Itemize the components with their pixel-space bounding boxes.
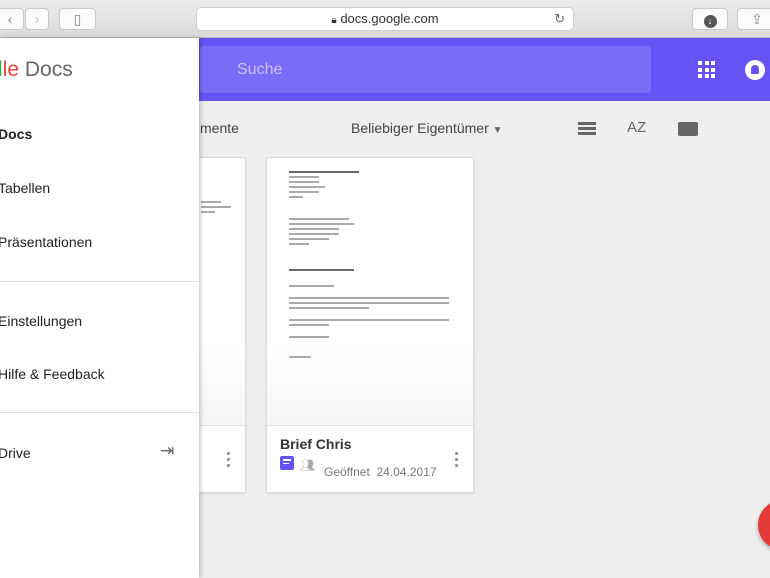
google-docs-logo: lle Docs <box>0 58 73 81</box>
docs-file-icon <box>280 456 294 470</box>
list-view-icon[interactable] <box>578 122 596 135</box>
notifications-icon[interactable] <box>745 60 765 80</box>
chevron-down-icon: ▼ <box>492 125 503 136</box>
download-icon: ↓ <box>703 15 717 28</box>
sort-az-icon[interactable]: AZ <box>627 119 646 136</box>
document-card[interactable]: Brief Chris 👥︎ Geöffnet 24.04.2017 <box>266 157 474 493</box>
reload-icon[interactable]: ↻ <box>554 8 565 30</box>
navigation-drawer: lle Docs Docs Tabellen Präsentationen Ei… <box>0 38 199 578</box>
folder-icon[interactable] <box>678 122 698 136</box>
search-input[interactable]: Suche <box>200 46 651 93</box>
share-button[interactable]: ⇪ <box>737 8 770 30</box>
drawer-item-settings[interactable]: Einstellungen <box>0 313 82 329</box>
address-bar[interactable]: 🔒︎ docs.google.com ↻ <box>196 7 574 31</box>
drawer-item-slides[interactable]: Präsentationen <box>0 234 92 250</box>
more-options-icon[interactable] <box>227 452 230 470</box>
recent-documents-label: mente <box>200 120 239 136</box>
drawer-item-drive[interactable]: Drive <box>0 445 31 461</box>
create-new-button[interactable] <box>758 500 770 550</box>
more-options-icon[interactable] <box>455 452 458 470</box>
lock-icon: 🔒︎ <box>331 15 337 26</box>
opened-label: Geöffnet <box>324 465 370 479</box>
divider <box>0 281 199 282</box>
drawer-item-help[interactable]: Hilfe & Feedback <box>0 366 105 382</box>
divider <box>0 412 199 413</box>
opened-date: 24.04.2017 <box>376 465 437 479</box>
browser-toolbar: ‹ › ▯ 🔒︎ docs.google.com ↻ ↓ ⇪ <box>0 0 770 38</box>
owner-filter-dropdown[interactable]: Beliebiger Eigentümer ▼ <box>351 120 503 136</box>
document-title: Brief Chris <box>280 436 352 452</box>
shared-icon: 👥︎ <box>300 458 316 472</box>
forward-button[interactable]: › <box>25 8 49 30</box>
drawer-item-docs[interactable]: Docs <box>0 126 32 142</box>
apps-grid-icon[interactable] <box>698 61 715 78</box>
owner-filter-label: Beliebiger Eigentümer <box>351 120 489 136</box>
document-thumbnail <box>267 158 473 426</box>
open-external-icon[interactable]: ⇥ <box>160 441 174 461</box>
drawer-item-sheets[interactable]: Tabellen <box>0 180 50 196</box>
back-button[interactable]: ‹ <box>0 8 24 30</box>
downloads-button[interactable]: ↓ <box>692 8 728 30</box>
sidebar-toggle-button[interactable]: ▯ <box>59 8 96 30</box>
share-icon: ⇪ <box>751 11 763 27</box>
url-text: docs.google.com <box>340 11 439 26</box>
